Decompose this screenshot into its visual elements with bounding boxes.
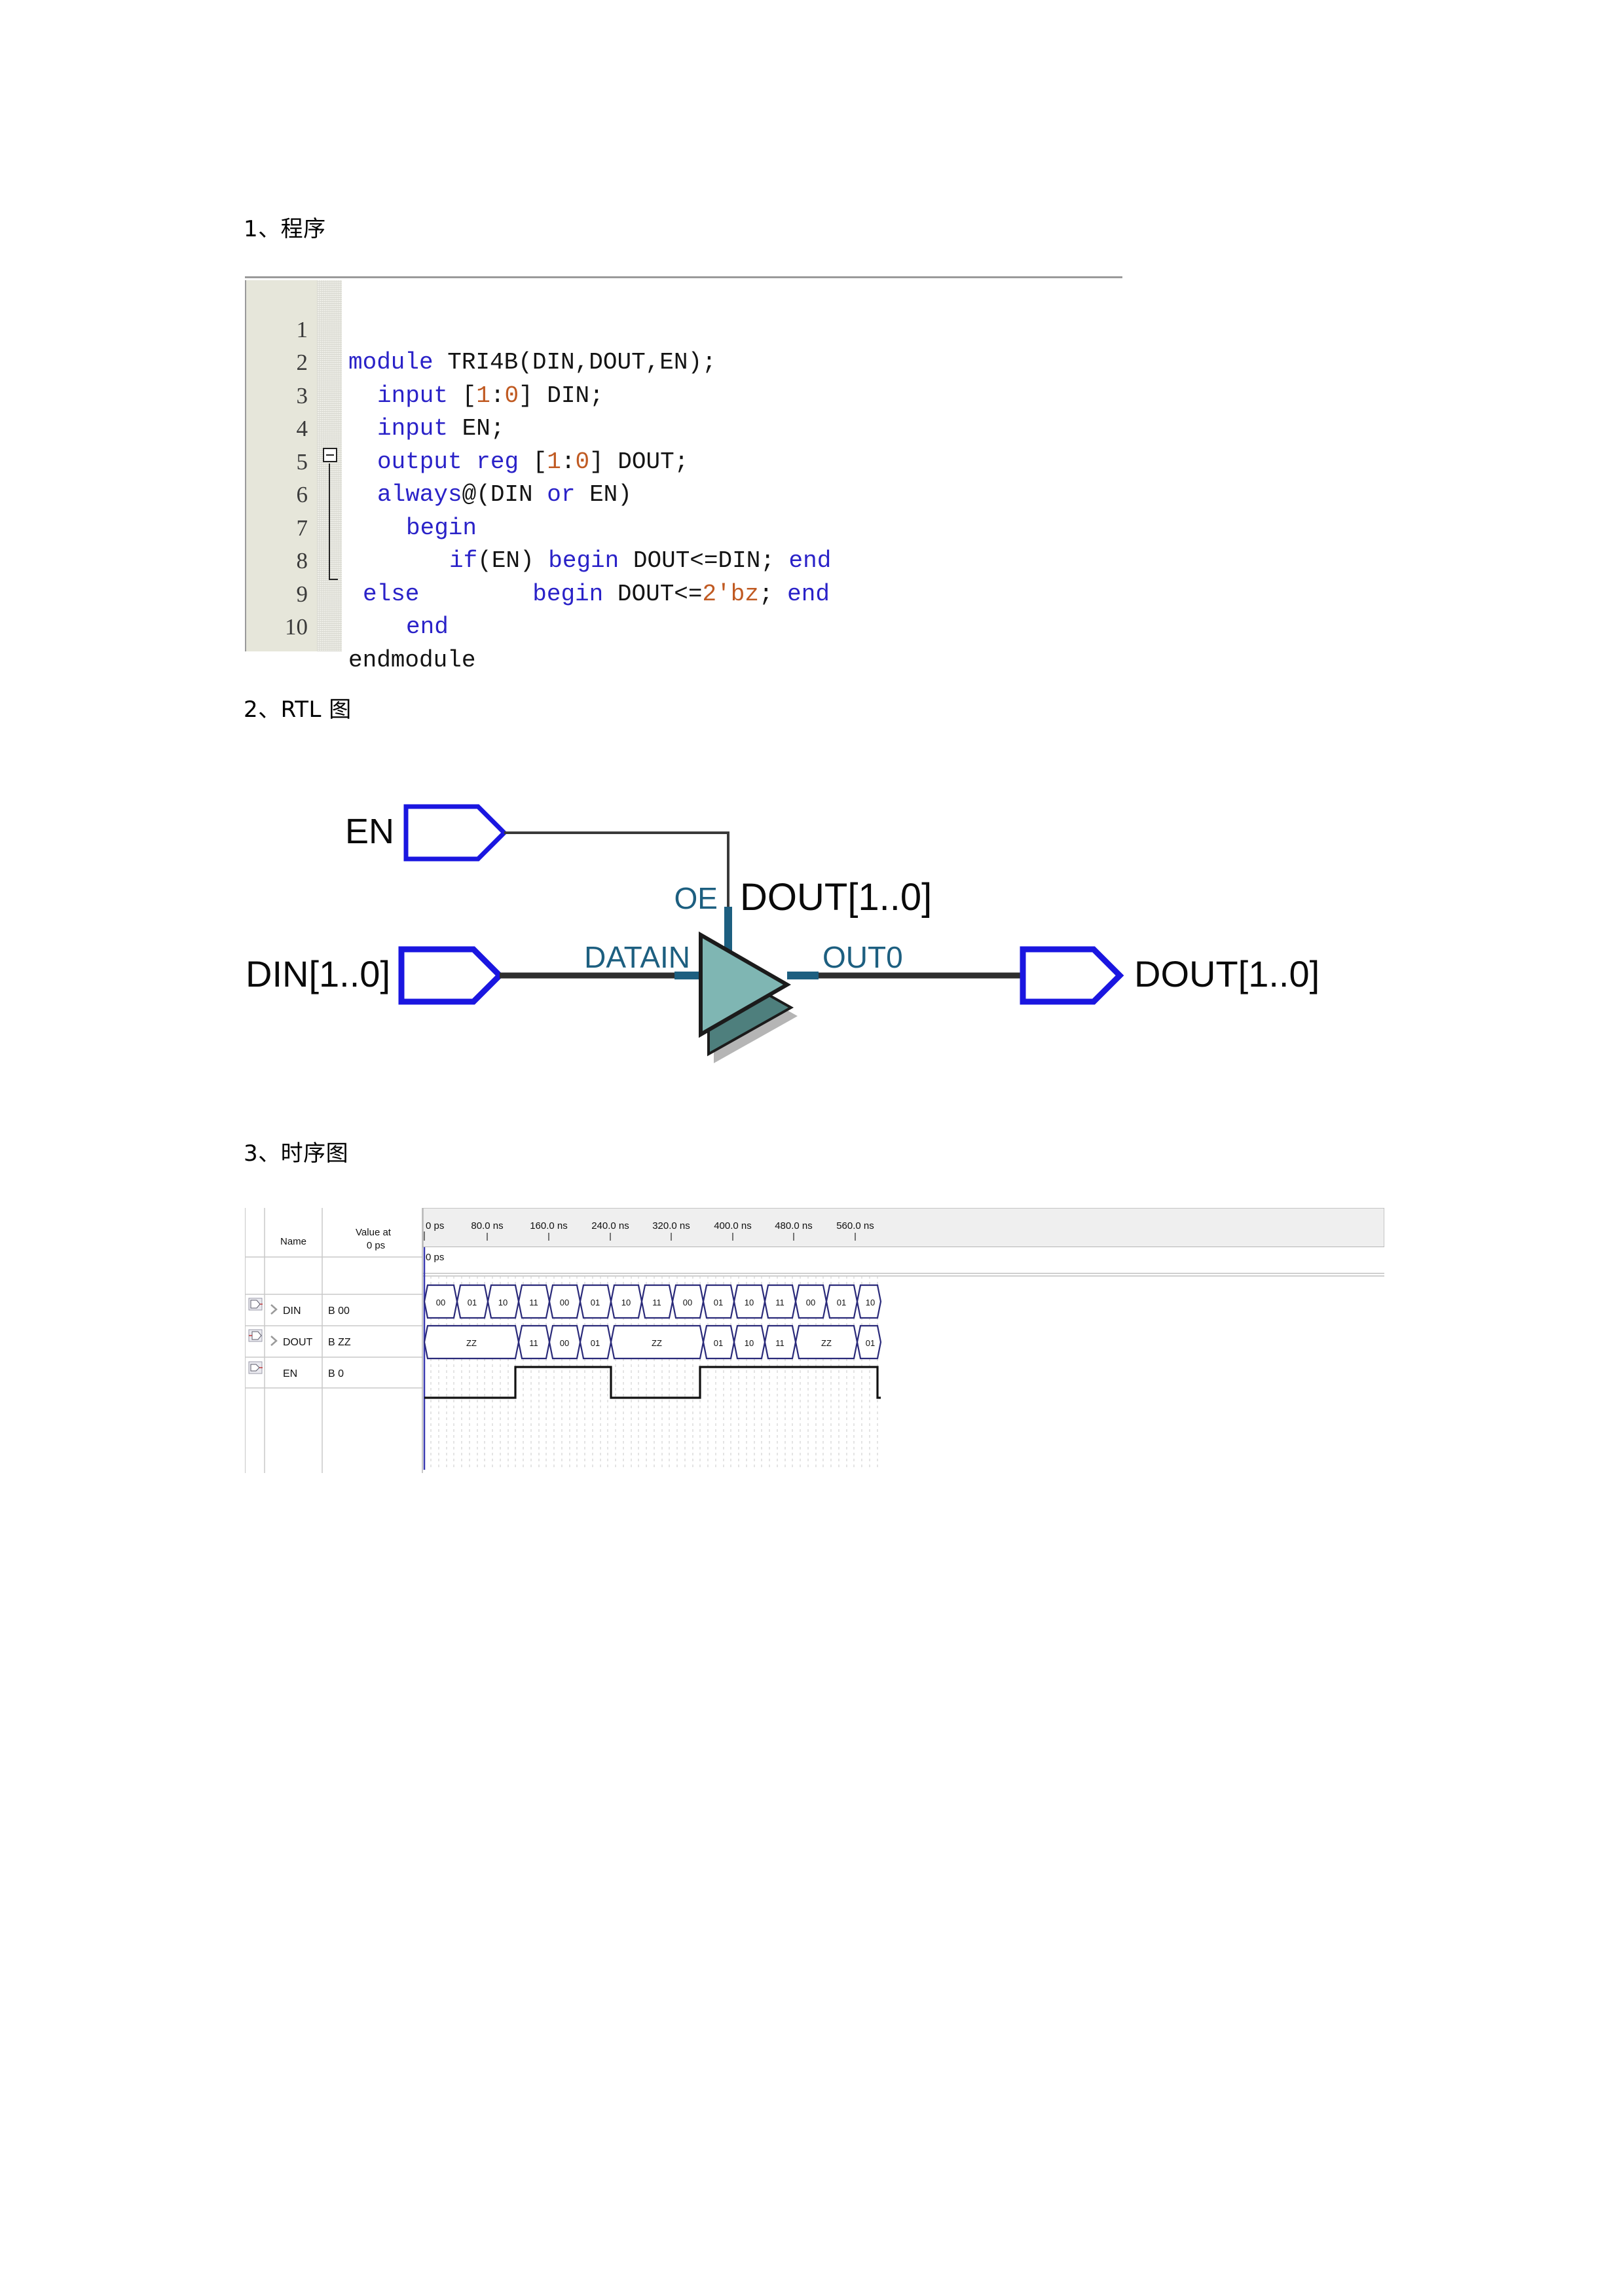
code-line-text: end bbox=[406, 611, 449, 644]
bus-value-label: 11 bbox=[529, 1338, 538, 1348]
bus-value-label: 10 bbox=[745, 1338, 754, 1348]
bus-value-label: 01 bbox=[591, 1338, 600, 1348]
bus-value-label: 01 bbox=[714, 1298, 723, 1307]
bus-value-label: 10 bbox=[866, 1298, 875, 1307]
document-page: 1、程序 1 module TRI4B(DIN,DOUT,EN); 2 inpu… bbox=[0, 0, 1624, 2296]
bus-value-label: 11 bbox=[775, 1298, 784, 1307]
waveform-din-labels: 00 01 10 11 00 01 10 11 00 01 10 11 00 0… bbox=[436, 1298, 875, 1307]
timing-waveform-viewer: Name Value at 0 ps DIN B 00 DOUT B ZZ EN… bbox=[245, 1208, 1384, 1473]
bus-value-label: 01 bbox=[866, 1338, 875, 1348]
bus-value-label: 01 bbox=[714, 1338, 723, 1348]
bus-value-label: 10 bbox=[498, 1298, 507, 1307]
bus-value-label: 00 bbox=[560, 1338, 569, 1348]
rtl-port-label-din: DIN[1..0] bbox=[246, 953, 390, 994]
code-token: end bbox=[406, 613, 449, 640]
ruler-tick-label: 160.0 ns bbox=[530, 1220, 568, 1231]
rtl-schematic: EN DIN[1..0] DOUT[1..0] DATAIN OE OUT0 D… bbox=[242, 773, 1408, 1100]
rtl-port-dout[interactable]: DOUT[1..0] bbox=[1020, 946, 1320, 1005]
port-shape-din bbox=[398, 946, 504, 1005]
code-line: 2 input [1:0] DIN; bbox=[245, 314, 1122, 409]
ruler-tick-label: 320.0 ns bbox=[652, 1220, 690, 1231]
rtl-port-din[interactable]: DIN[1..0] bbox=[246, 946, 504, 1005]
ruler-tick-label: 480.0 ns bbox=[775, 1220, 813, 1231]
rtl-pin-label-out0: OUT0 bbox=[822, 940, 903, 974]
bus-value-label: 11 bbox=[529, 1298, 538, 1307]
signal-value-din: B 00 bbox=[328, 1305, 350, 1317]
code-line: 4 output reg [1:0] DOUT; bbox=[245, 380, 1122, 475]
bus-value-label: 00 bbox=[436, 1298, 445, 1307]
waveform-en[interactable] bbox=[424, 1366, 881, 1399]
cursor-band bbox=[423, 1247, 1384, 1273]
input-bit-icon bbox=[248, 1361, 263, 1374]
signal-name-din: DIN bbox=[283, 1305, 301, 1317]
verilog-code-block: 1 module TRI4B(DIN,DOUT,EN); 2 input [1:… bbox=[245, 276, 1122, 674]
code-line: 3 input EN; bbox=[245, 346, 1122, 443]
bus-value-label: ZZ bbox=[821, 1338, 832, 1348]
bus-value-label: 10 bbox=[621, 1298, 631, 1307]
bus-value-label: 10 bbox=[745, 1298, 754, 1307]
bus-value-label: 00 bbox=[683, 1298, 692, 1307]
section-heading-rtl: 2、RTL 图 bbox=[244, 697, 352, 723]
ruler-tick-label: 560.0 ns bbox=[836, 1220, 874, 1231]
rtl-port-label-dout: DOUT[1..0] bbox=[1134, 953, 1320, 994]
signal-name-dout: DOUT bbox=[283, 1337, 313, 1348]
code-line: 8 else begin DOUT<=2'bz; end bbox=[245, 512, 1122, 608]
ruler-tick-label: 240.0 ns bbox=[591, 1220, 629, 1231]
column-header-value-line1: Value at bbox=[356, 1227, 392, 1238]
signal-value-en: B 0 bbox=[328, 1368, 344, 1379]
bus-value-label: 11 bbox=[775, 1338, 784, 1348]
column-header-value-line2: 0 ps bbox=[367, 1240, 385, 1251]
rtl-instance-label: DOUT[1..0] bbox=[740, 876, 932, 919]
code-token: endmodule bbox=[348, 646, 476, 674]
bus-value-label: ZZ bbox=[652, 1338, 662, 1348]
ruler-tick-label: 0 ps bbox=[426, 1220, 444, 1231]
signal-name-en: EN bbox=[283, 1368, 297, 1379]
bus-value-label: 00 bbox=[806, 1298, 815, 1307]
bus-value-label: 00 bbox=[560, 1298, 569, 1307]
code-line: 10 endmodule bbox=[245, 578, 1122, 674]
code-line: 6 begin bbox=[245, 446, 1122, 541]
ruler-tick-label: 400.0 ns bbox=[714, 1220, 752, 1231]
rtl-port-label-en: EN bbox=[345, 812, 394, 851]
bus-value-label: ZZ bbox=[466, 1338, 477, 1348]
bus-value-label: 01 bbox=[591, 1298, 600, 1307]
section-heading-timing: 3、时序图 bbox=[244, 1140, 349, 1167]
rtl-pin-label-datain: DATAIN bbox=[584, 940, 690, 974]
code-line: 1 module TRI4B(DIN,DOUT,EN); bbox=[245, 280, 1122, 376]
line-number: 10 bbox=[285, 614, 308, 640]
ruler-tick-label: 80.0 ns bbox=[471, 1220, 503, 1231]
bus-value-label: 01 bbox=[837, 1298, 846, 1307]
bus-value-label: 11 bbox=[652, 1298, 661, 1307]
rtl-pin-label-oe: OE bbox=[674, 881, 718, 915]
code-line: 5 always@(DIN or EN) bbox=[245, 412, 1122, 509]
signal-value-dout: B ZZ bbox=[328, 1337, 351, 1348]
code-line-text: endmodule bbox=[348, 644, 475, 678]
column-header-name: Name bbox=[280, 1236, 306, 1247]
column-header-name-text: Name bbox=[280, 1236, 306, 1247]
cursor-time-label: 0 ps bbox=[426, 1252, 444, 1263]
input-bus-icon bbox=[248, 1298, 263, 1311]
code-line: 9 end bbox=[245, 545, 1122, 641]
output-bus-icon bbox=[248, 1329, 263, 1342]
bus-value-label: 01 bbox=[468, 1298, 477, 1307]
code-line: 7 if(EN) begin DOUT<=DIN; end bbox=[245, 479, 1122, 575]
port-shape-dout bbox=[1020, 946, 1124, 1005]
section-heading-program: 1、程序 bbox=[244, 216, 326, 242]
port-shape-en bbox=[403, 804, 507, 862]
rtl-port-en[interactable]: EN bbox=[345, 804, 507, 862]
